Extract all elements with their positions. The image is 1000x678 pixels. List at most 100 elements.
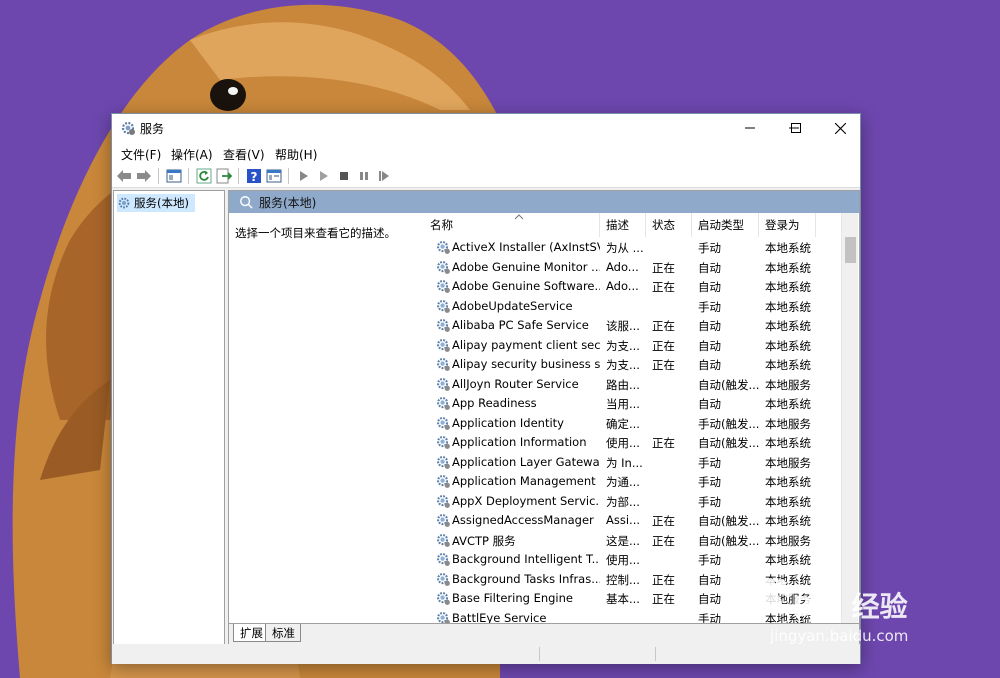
service-logon-as: 本地系统 xyxy=(765,436,811,450)
service-logon-as: 本地系统 xyxy=(765,358,811,372)
scrollbar-thumb[interactable] xyxy=(845,237,856,263)
start-service-button[interactable] xyxy=(296,168,312,184)
service-logon-as: 本地系统 xyxy=(765,397,811,411)
start-service-alt-button[interactable] xyxy=(316,168,332,184)
table-row[interactable]: AppX Deployment Servic... 为部... 手动 本地系统 xyxy=(424,492,841,512)
service-name: Application Layer Gatewa... xyxy=(452,454,600,469)
status-divider xyxy=(539,647,540,661)
table-row[interactable]: Adobe Genuine Monitor ... Ado... 正在 自动 本地系统 xyxy=(424,258,841,278)
paw-logo-icon xyxy=(755,578,793,613)
service-logon-as: 本地系统 xyxy=(765,319,811,333)
service-description: 确定... xyxy=(606,416,640,431)
table-row[interactable]: AssignedAccessManager Assi... 正在 自动(触发... 本地… xyxy=(424,511,841,531)
pane-header-title: 服务(本地) xyxy=(259,195,317,210)
service-description: 为支... xyxy=(606,358,640,372)
service-logon-as: 本地系统 xyxy=(765,514,811,528)
table-row[interactable]: Adobe Genuine Software... Ado... 正在 自动 本地系统 xyxy=(424,277,841,297)
status-divider xyxy=(655,647,656,661)
service-startup-type: 手动(触发... xyxy=(698,416,760,431)
service-status: 正在 xyxy=(652,572,675,587)
refresh-button[interactable] xyxy=(196,168,212,184)
table-row[interactable]: Application Management 为通... 手动 本地系统 xyxy=(424,472,841,492)
menu-action[interactable]: 操作(A) xyxy=(171,146,213,163)
minimize-button-2[interactable] xyxy=(728,114,772,142)
service-description: 控制... xyxy=(606,572,640,587)
back-button[interactable] xyxy=(116,168,132,184)
tree-node-services-local[interactable]: 服务(本地) xyxy=(117,194,195,212)
service-status: 正在 xyxy=(652,280,675,294)
maximize-button-2[interactable] xyxy=(774,114,818,142)
service-name: Alipay security business s... xyxy=(452,357,600,371)
toolbar-separator xyxy=(158,168,159,184)
service-name: BattlEye Service xyxy=(452,610,547,624)
table-row[interactable]: Alipay payment client sec... 为支... 正在 自动 本地系… xyxy=(424,336,841,356)
export-list-button[interactable] xyxy=(216,168,232,184)
tree-node-label: 服务(本地) xyxy=(134,196,189,210)
export-list-icon xyxy=(216,168,232,184)
console-tree: 服务(本地) xyxy=(113,190,225,645)
services-gear-icon xyxy=(121,121,135,135)
service-description: Ado... xyxy=(606,259,639,274)
table-row[interactable]: Application Identity 确定... 手动(触发... 本地服务 xyxy=(424,414,841,434)
table-row[interactable]: App Readiness 当用... 自动 本地系统 xyxy=(424,394,841,414)
service-name: Application Identity xyxy=(452,415,564,430)
column-logon-as[interactable]: 登录为 xyxy=(759,213,816,237)
pause-icon xyxy=(360,172,368,180)
column-startup-type[interactable]: 启动类型 xyxy=(692,213,759,237)
maximize-icon xyxy=(791,123,801,133)
stop-icon xyxy=(340,172,348,180)
toolbar-separator xyxy=(188,168,189,184)
console-tree-icon xyxy=(166,169,182,183)
service-startup-type: 手动 xyxy=(698,494,721,509)
table-row[interactable]: AdobeUpdateService 手动 本地系统 xyxy=(424,297,841,317)
column-status[interactable]: 状态 xyxy=(646,213,692,237)
service-description: 使用... xyxy=(606,436,640,450)
column-name[interactable]: 名称 xyxy=(424,213,600,237)
toolbar: ? xyxy=(112,164,860,188)
service-name: Background Intelligent T... xyxy=(452,552,600,566)
menu-file[interactable]: 文件(F) xyxy=(121,146,161,163)
stop-service-button[interactable] xyxy=(336,168,352,184)
table-row[interactable]: Application Layer Gatewa... 为 In... 手动 本地服务 xyxy=(424,453,841,473)
restart-service-button[interactable] xyxy=(376,168,392,184)
table-row[interactable]: Alipay security business s... 为支... 正在 自动 本地… xyxy=(424,355,841,375)
table-row[interactable]: AVCTP 服务 这是... 正在 自动(触发... 本地服务 xyxy=(424,531,841,551)
column-description[interactable]: 描述 xyxy=(600,213,646,237)
table-row[interactable]: Alibaba PC Safe Service 该服... 正在 自动 本地系统 xyxy=(424,316,841,336)
forward-button[interactable] xyxy=(136,168,152,184)
service-gear-icon xyxy=(437,377,450,391)
vertical-scrollbar[interactable] xyxy=(841,213,858,623)
table-row[interactable]: AllJoyn Router Service 路由... 自动(触发... 本地服务 xyxy=(424,375,841,395)
window-title: 服务 xyxy=(140,122,165,136)
service-gear-icon xyxy=(437,280,450,293)
watermark-title: Bai 经验 xyxy=(792,590,908,623)
service-logon-as: 本地系统 xyxy=(765,553,811,567)
service-name: Base Filtering Engine xyxy=(452,591,573,605)
close-button[interactable] xyxy=(818,114,862,142)
pause-service-button[interactable] xyxy=(356,168,372,184)
services-list: 名称 描述 状态 启动类型 登录为 ActiveX Installer (AxI… xyxy=(424,213,841,623)
service-gear-icon xyxy=(437,592,450,605)
table-row[interactable]: Background Intelligent T... 使用... 手动 本地系统 xyxy=(424,550,841,570)
service-name: Adobe Genuine Monitor ... xyxy=(452,259,600,274)
menu-view[interactable]: 查看(V) xyxy=(223,146,265,163)
service-gear-icon xyxy=(437,319,450,332)
menu-help[interactable]: 帮助(H) xyxy=(275,146,317,163)
service-description: 使用... xyxy=(606,553,640,567)
show-hide-console-tree-button[interactable] xyxy=(166,168,182,184)
description-hint: 选择一个项目来查看它的描述。 xyxy=(235,226,396,240)
tab-standard[interactable]: 标准 xyxy=(265,624,301,642)
properties-button[interactable] xyxy=(266,168,282,184)
service-description: Assi... xyxy=(606,513,641,527)
service-logon-as: 本地系统 xyxy=(765,299,811,314)
table-row[interactable]: Application Information 使用... 正在 自动(触发... 本地… xyxy=(424,433,841,453)
service-status: 正在 xyxy=(652,436,675,450)
service-gear-icon xyxy=(437,416,450,430)
service-name: AssignedAccessManager xyxy=(452,513,594,527)
tab-extended[interactable]: 扩展 xyxy=(233,624,269,642)
service-name: Alibaba PC Safe Service xyxy=(452,318,589,332)
help-button[interactable]: ? xyxy=(246,168,262,184)
service-name: Application Information xyxy=(452,435,587,449)
service-status: 正在 xyxy=(652,358,675,372)
table-row[interactable]: ActiveX Installer (AxInstSV) 为从 ... 手动 本地系统 xyxy=(424,238,841,258)
